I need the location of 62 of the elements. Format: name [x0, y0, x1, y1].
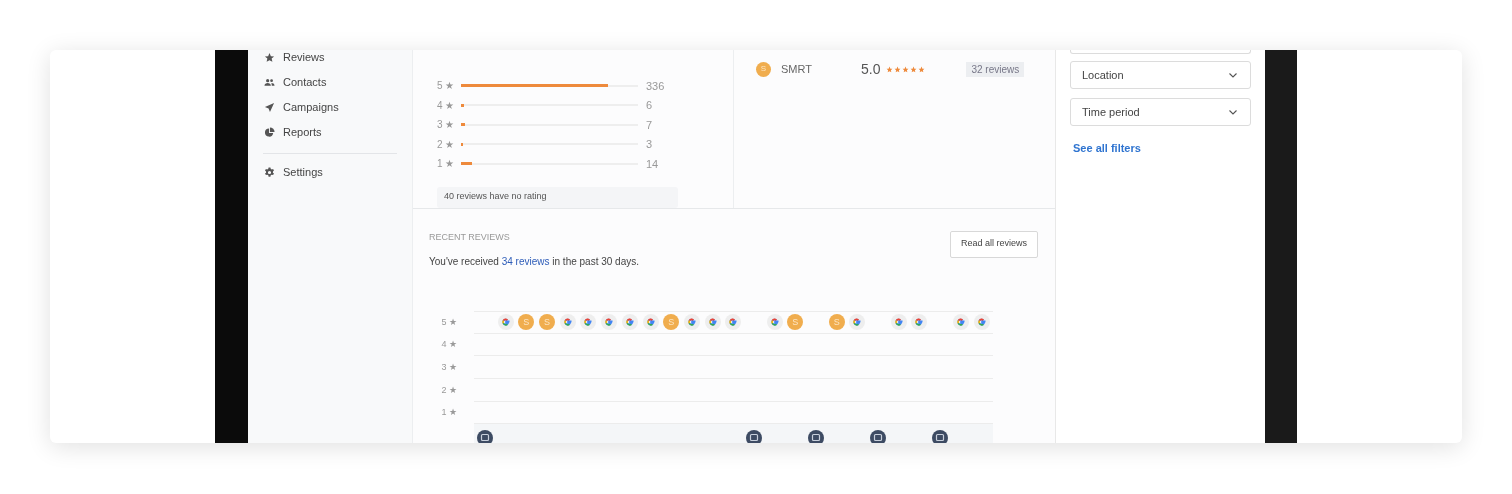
review-count-tag: 32 reviews: [966, 61, 1025, 77]
message-icon: [808, 430, 824, 443]
see-all-filters-link[interactable]: See all filters: [1073, 140, 1251, 157]
google-icon: [683, 314, 700, 331]
google-icon: [621, 314, 638, 331]
google-icon: [497, 314, 514, 331]
rating-count: 14: [646, 156, 659, 172]
rating-label: 4 ★: [437, 98, 456, 113]
google-icon: [890, 314, 907, 331]
nav-item[interactable]: Reports: [263, 124, 397, 141]
send-icon: [264, 102, 275, 113]
no-rating-note: 40 reviews have no rating: [437, 186, 678, 208]
google-icon: [952, 314, 969, 331]
rating-label: 5 ★: [437, 79, 456, 94]
rating-label: 1 ★: [437, 157, 456, 172]
row-label: 5 ★: [440, 315, 458, 329]
source-badge: S: [539, 314, 556, 331]
nav-item[interactable]: Contacts: [263, 74, 397, 91]
message-icon: [745, 430, 762, 443]
nav-item[interactable]: Reviews: [263, 50, 397, 66]
source-badge: S: [663, 314, 680, 331]
google-icon: [725, 314, 742, 331]
section-heading: RECENT REVIEWS: [429, 230, 511, 244]
row-label: 1 ★: [440, 406, 458, 420]
reviews-link[interactable]: 34 reviews: [501, 256, 550, 267]
read-all-reviews-button[interactable]: Read all reviews: [950, 230, 1038, 258]
rating-count: 7: [646, 117, 653, 133]
nav-item[interactable]: Settings: [263, 164, 397, 181]
settings-icon: [264, 167, 275, 178]
source-name: SMRT: [781, 61, 813, 77]
source-badge: S: [828, 314, 845, 331]
pie-chart-icon: [264, 127, 275, 138]
message-icon: [477, 430, 493, 443]
source-avatar: S: [756, 61, 771, 77]
google-icon: [580, 314, 597, 331]
google-icon: [766, 314, 783, 331]
filter-dropdown[interactable]: Location: [1070, 61, 1251, 89]
source-score: 5.0: [861, 59, 881, 79]
rating-count: 336: [646, 78, 665, 94]
row-label: 4 ★: [440, 338, 458, 352]
message-icon: [932, 430, 949, 443]
source-badge: S: [787, 314, 804, 331]
google-icon: [704, 314, 721, 331]
rating-label: 2 ★: [437, 137, 456, 152]
rating-label: 3 ★: [437, 118, 456, 133]
google-icon: [601, 314, 618, 331]
google-icon: [642, 314, 659, 331]
rating-count: 3: [646, 137, 653, 152]
rating-count: 6: [646, 98, 653, 113]
row-label: 3 ★: [440, 360, 458, 374]
message-icon: [870, 430, 887, 443]
source-badge: S: [518, 314, 535, 331]
reviews-summary: You've received 34 reviews in the past 30 days.: [429, 255, 640, 269]
row-label: 2 ★: [440, 383, 458, 397]
google-icon: [911, 314, 928, 331]
nav-item[interactable]: Campaigns: [263, 99, 397, 116]
google-icon: [849, 314, 866, 331]
google-icon: [973, 314, 990, 331]
people-icon: [264, 77, 275, 88]
filter-dropdown[interactable]: Time period: [1070, 98, 1251, 126]
star-icon: [264, 52, 275, 63]
google-icon: [559, 314, 576, 331]
